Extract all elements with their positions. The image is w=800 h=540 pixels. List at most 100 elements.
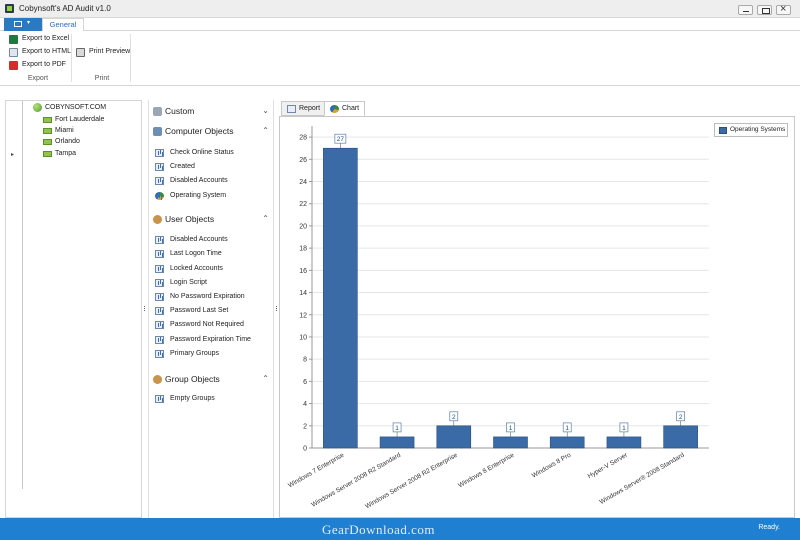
- nav-item-check-online-status[interactable]: Check Online Status: [155, 147, 234, 159]
- group-icon: [153, 375, 162, 384]
- nav-item-login-script[interactable]: Login Script: [155, 277, 207, 289]
- pane-splitter[interactable]: [275, 305, 278, 314]
- folder-icon: [43, 128, 52, 134]
- tree-node-ou[interactable]: Tampa: [43, 148, 76, 159]
- user-icon: [153, 215, 162, 224]
- chevron-up-icon[interactable]: ⌃: [262, 124, 269, 138]
- tree-gutter: [22, 101, 23, 489]
- nav-item-created[interactable]: Created: [155, 161, 195, 173]
- status-bar: GearDownload.com Ready.: [0, 518, 800, 540]
- folder-icon: [43, 151, 52, 157]
- export-group-label: Export: [27, 75, 49, 82]
- nav-item-empty-groups[interactable]: Empty Groups: [155, 393, 215, 405]
- nav-item-user-disabled-accounts[interactable]: Disabled Accounts: [155, 234, 228, 246]
- calendar-icon: [155, 336, 164, 344]
- export-html-label: Export to HTML: [22, 48, 72, 55]
- tree-node-label: Tampa: [55, 150, 77, 157]
- close-button[interactable]: [776, 3, 791, 15]
- nav-item-label: No Password Expiration: [170, 293, 245, 300]
- expand-arrow-icon[interactable]: ▸: [11, 151, 14, 158]
- report-icon: [155, 307, 164, 315]
- nav-item-label: Created: [170, 163, 195, 170]
- section-user-objects[interactable]: User Objects ⌃: [153, 212, 271, 226]
- nav-item-label: Disabled Accounts: [170, 177, 228, 184]
- app-menu-icon: [14, 21, 22, 27]
- tree-node-label: Orlando: [55, 138, 80, 145]
- chevron-up-icon[interactable]: ⌃: [262, 212, 269, 226]
- tree-node-label: COBYNSOFT.COM: [45, 104, 107, 111]
- maximize-button[interactable]: [757, 5, 772, 15]
- export-excel-button[interactable]: Export to Excel: [9, 33, 69, 45]
- window-title: Cobynsoft's AD Audit v1.0: [19, 4, 111, 13]
- watermark: GearDownload.com: [322, 522, 436, 537]
- calendar-icon: [155, 163, 164, 171]
- nav-item-label: Operating System: [170, 192, 227, 199]
- tree-node-ou[interactable]: Fort Lauderdale: [43, 114, 104, 125]
- report-icon: [155, 350, 164, 358]
- chevron-up-icon[interactable]: ⌃: [262, 372, 269, 386]
- application-menu-button[interactable]: ▾: [4, 18, 42, 31]
- report-icon: [155, 250, 164, 258]
- nav-item-password-not-required[interactable]: Password Not Required: [155, 319, 244, 331]
- minimize-button[interactable]: [738, 5, 753, 15]
- section-group-objects[interactable]: Group Objects ⌃: [153, 372, 271, 386]
- nav-item-operating-system[interactable]: Operating System: [155, 190, 226, 202]
- nav-item-label: Primary Groups: [170, 350, 220, 357]
- computer-icon: [153, 127, 162, 136]
- section-computer-title: Computer Objects: [165, 126, 234, 136]
- tree-node-ou[interactable]: Miami: [43, 125, 74, 136]
- chart-frame: [279, 116, 795, 518]
- export-excel-label: Export to Excel: [22, 35, 70, 42]
- html-icon: [9, 48, 18, 57]
- report-icon: [155, 395, 164, 403]
- report-icon: [155, 265, 164, 273]
- ribbon: Export to Excel Export to HTML Export to…: [0, 31, 800, 86]
- nav-item-last-logon-time[interactable]: Last Logon Time: [155, 248, 222, 260]
- nav-item-label: Password Last Set: [170, 307, 229, 314]
- nav-item-locked-accounts[interactable]: Locked Accounts: [155, 263, 223, 275]
- pane-splitter[interactable]: [143, 305, 146, 314]
- nav-item-primary-groups[interactable]: Primary Groups: [155, 348, 219, 360]
- section-computer-objects[interactable]: Computer Objects ⌃: [153, 124, 271, 138]
- tab-report[interactable]: Report: [281, 101, 327, 116]
- report-navigation-pane: Custom ⌄ Computer Objects ⌃ Check Online…: [148, 100, 274, 518]
- chevron-down-icon[interactable]: ⌄: [262, 104, 269, 118]
- chart-icon: [330, 105, 339, 113]
- section-custom[interactable]: Custom ⌄: [153, 104, 271, 118]
- domain-tree-pane: ▸ COBYNSOFT.COM Fort Lauderdale Miami Or…: [5, 100, 142, 518]
- report-icon: [155, 236, 164, 244]
- ribbon-divider: [130, 34, 131, 82]
- nav-item-password-expiration-time[interactable]: Password Expiration Time: [155, 334, 251, 346]
- legend-label: Operating Systems: [730, 126, 786, 133]
- tab-chart[interactable]: Chart: [324, 101, 366, 116]
- section-group-title: Group Objects: [165, 374, 220, 384]
- nav-item-label: Last Logon Time: [170, 250, 222, 257]
- export-html-button[interactable]: Export to HTML: [9, 46, 71, 58]
- nav-item-disabled-accounts[interactable]: Disabled Accounts: [155, 175, 228, 187]
- ribbon-divider: [71, 34, 72, 82]
- tree-node-ou[interactable]: Orlando: [43, 136, 80, 147]
- print-preview-button[interactable]: Print Preview: [76, 46, 130, 58]
- status-text: Ready.: [758, 524, 780, 531]
- app-icon: [5, 4, 14, 13]
- report-icon: [155, 177, 164, 185]
- excel-icon: [9, 35, 18, 44]
- tab-chart-label: Chart: [342, 105, 360, 112]
- nav-item-label: Password Not Required: [170, 321, 244, 328]
- nav-item-no-password-expiration[interactable]: No Password Expiration: [155, 291, 245, 303]
- chart-icon: [155, 192, 164, 200]
- report-icon: [155, 279, 164, 287]
- section-custom-title: Custom: [165, 106, 195, 116]
- folder-icon: [43, 139, 52, 145]
- nav-item-label: Password Expiration Time: [170, 336, 251, 343]
- tree-node-root[interactable]: COBYNSOFT.COM: [33, 102, 106, 113]
- report-icon: [155, 321, 164, 329]
- report-icon: [155, 293, 164, 301]
- tab-general[interactable]: General: [42, 18, 84, 32]
- tree-node-label: Fort Lauderdale: [55, 116, 105, 123]
- nav-item-password-last-set[interactable]: Password Last Set: [155, 305, 228, 317]
- nav-item-label: Locked Accounts: [170, 265, 223, 272]
- print-preview-label: Print Preview: [89, 48, 131, 55]
- chevron-down-icon: ▾: [27, 20, 31, 26]
- export-pdf-button[interactable]: Export to PDF: [9, 59, 66, 71]
